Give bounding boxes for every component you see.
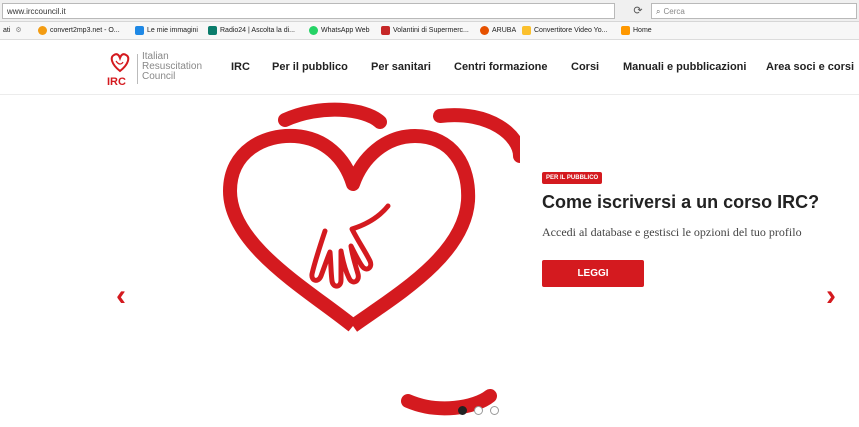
bookmark-icon bbox=[38, 26, 47, 35]
bookmark-label: Convertitore Video Yo... bbox=[534, 27, 608, 34]
bookmark-icon bbox=[621, 26, 630, 35]
whatsapp-icon bbox=[309, 26, 318, 35]
logo-mark-text: IRC bbox=[107, 76, 126, 87]
irc-logo[interactable]: IRC Italian Resuscitation Council bbox=[107, 51, 217, 88]
heart-logo-icon: IRC bbox=[107, 53, 130, 87]
read-button[interactable]: LEGGI bbox=[542, 260, 644, 287]
slide-title: Come iscriversi a un corso IRC? bbox=[542, 192, 820, 212]
nav-manuali-e-pubblicazioni[interactable]: Manuali e pubblicazioni bbox=[623, 61, 746, 73]
bookmark-icon bbox=[480, 26, 489, 35]
chevron-right-icon[interactable]: › bbox=[826, 281, 836, 311]
site-header: IRC Italian Resuscitation Council IRC Pe… bbox=[0, 41, 859, 95]
bookmark-label: Home bbox=[633, 27, 652, 34]
bookmark-icon bbox=[208, 26, 217, 35]
bookmark-label: WhatsApp Web bbox=[321, 27, 370, 34]
bookmark-item[interactable]: Radio24 | Ascolta la di... bbox=[208, 26, 295, 35]
bookmark-item[interactable]: ARUBA bbox=[480, 26, 516, 35]
bookmark-item[interactable]: Volantini di Supermerc... bbox=[381, 26, 469, 35]
bookmark-item[interactable]: Home bbox=[621, 26, 652, 35]
logo-divider bbox=[137, 54, 138, 84]
hero-slider: ‹ › PER IL PUBBLICO Come iscriversi a un… bbox=[0, 96, 859, 427]
slider-dot[interactable] bbox=[458, 406, 467, 415]
slider-dot[interactable] bbox=[490, 406, 499, 415]
bookmark-icon: ⚙ bbox=[15, 27, 22, 34]
nav-area-soci-e-corsi[interactable]: Area soci e corsi bbox=[766, 61, 854, 73]
nav-per-sanitari[interactable]: Per sanitari bbox=[371, 61, 431, 73]
slide-content: PER IL PUBBLICO Come iscriversi a un cor… bbox=[542, 166, 822, 287]
bookmark-item[interactable]: Le mie immagini bbox=[135, 26, 198, 35]
bookmark-item[interactable]: WhatsApp Web bbox=[309, 26, 370, 35]
logo-wordmark: Italian Resuscitation Council bbox=[142, 52, 202, 82]
bookmark-icon bbox=[381, 26, 390, 35]
search-input[interactable]: ⌕ Cerca bbox=[651, 3, 857, 19]
browser-toolbar: www.irccouncil.it ⟳ ⌕ Cerca bbox=[0, 0, 859, 22]
address-bar[interactable]: www.irccouncil.it bbox=[2, 3, 615, 19]
bookmark-label: convert2mp3.net - O... bbox=[50, 27, 120, 34]
logo-line: Council bbox=[142, 71, 176, 82]
nav-per-il-pubblico[interactable]: Per il pubblico bbox=[272, 61, 348, 73]
bookmark-label: ARUBA bbox=[492, 27, 517, 34]
category-badge[interactable]: PER IL PUBBLICO bbox=[542, 172, 603, 184]
bookmark-item[interactable]: convert2mp3.net - O... bbox=[38, 26, 120, 35]
reload-icon[interactable]: ⟳ bbox=[630, 3, 646, 19]
search-icon: ⌕ bbox=[656, 7, 661, 16]
bookmark-label: Le mie immagini bbox=[147, 27, 198, 34]
nav-irc[interactable]: IRC bbox=[231, 61, 250, 73]
slider-dot[interactable] bbox=[474, 406, 483, 415]
chevron-left-icon[interactable]: ‹ bbox=[116, 281, 126, 311]
search-placeholder: Cerca bbox=[663, 7, 685, 16]
heart-hand-illustration bbox=[223, 102, 520, 416]
bookmarks-bar: ati ⚙ convert2mp3.net - O... Le mie imma… bbox=[0, 22, 859, 40]
slider-dots bbox=[458, 406, 499, 415]
bookmark-icon bbox=[522, 26, 531, 35]
bookmark-label: Radio24 | Ascolta la di... bbox=[220, 27, 295, 34]
bookmark-item[interactable]: Convertitore Video Yo... bbox=[522, 26, 607, 35]
slide-description: Accedi al database e gestisci le opzioni… bbox=[542, 225, 802, 239]
nav-corsi[interactable]: Corsi bbox=[571, 61, 599, 73]
nav-centri-formazione[interactable]: Centri formazione bbox=[454, 61, 548, 73]
bookmark-icon bbox=[135, 26, 144, 35]
bookmark-item[interactable]: ati ⚙ bbox=[3, 26, 22, 35]
bookmark-label: Volantini di Supermerc... bbox=[393, 27, 469, 34]
bookmark-label: ati bbox=[3, 26, 11, 34]
